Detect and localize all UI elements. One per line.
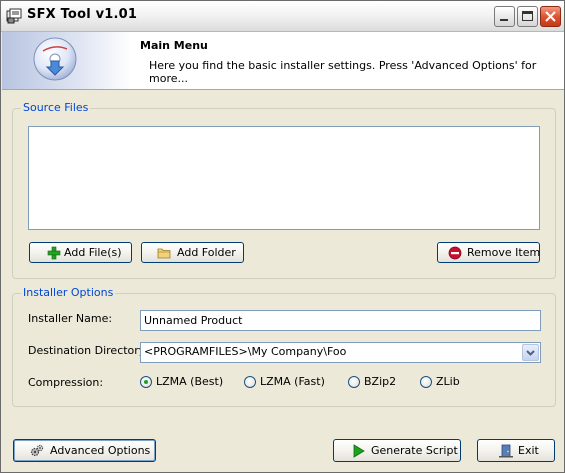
remove-item-label: Remove Item (467, 246, 541, 259)
remove-icon (448, 246, 462, 260)
add-files-label: Add File(s) (64, 246, 122, 259)
radio-bzip2[interactable]: BZip2 (348, 375, 408, 391)
source-files-list[interactable] (28, 126, 540, 230)
destination-dropdown-button[interactable] (522, 344, 539, 361)
add-icon (47, 246, 61, 260)
add-folder-button[interactable]: Add Folder (141, 242, 244, 263)
installer-name-input[interactable] (140, 310, 541, 331)
remove-item-button[interactable]: Remove Item (437, 242, 540, 263)
radio-selected-dot (144, 380, 148, 384)
installer-options-label: Installer Options (21, 286, 116, 299)
page-description: Here you find the basic installer settin… (149, 59, 537, 85)
exit-label: Exit (518, 444, 539, 457)
installer-name-label: Installer Name: (28, 312, 113, 325)
folder-icon (157, 248, 171, 259)
minimize-button[interactable] (494, 6, 515, 27)
installer-disc-icon (33, 37, 77, 81)
source-files-label: Source Files (21, 101, 91, 114)
title-bar[interactable]: SFX Tool v1.01 (1, 1, 564, 32)
radio-lzma-best[interactable]: LZMA (Best) (140, 375, 230, 391)
close-button[interactable] (540, 6, 561, 27)
add-folder-label: Add Folder (177, 246, 236, 259)
radio-lzma-fast-label: LZMA (Fast) (260, 375, 325, 388)
header-banner: Main Menu Here you find the basic instal… (2, 32, 564, 90)
chevron-down-icon (526, 350, 535, 356)
radio-lzma-fast[interactable]: LZMA (Fast) (244, 375, 334, 391)
play-icon (353, 444, 365, 458)
maximize-button[interactable] (517, 6, 538, 27)
minimize-icon (500, 19, 508, 21)
destination-directory-value: <PROGRAMFILES>\My Company\Foo (144, 345, 347, 358)
destination-directory-label: Destination Directory: (28, 344, 149, 357)
radio-circle (244, 376, 256, 388)
advanced-options-label: Advanced Options (50, 444, 151, 457)
radio-circle (420, 376, 432, 388)
radio-zlib[interactable]: ZLib (420, 375, 470, 391)
page-title: Main Menu (140, 39, 208, 52)
maximize-icon (522, 11, 533, 21)
radio-bzip2-label: BZip2 (364, 375, 397, 388)
window-title: SFX Tool v1.01 (27, 7, 138, 22)
radio-lzma-best-label: LZMA (Best) (156, 375, 224, 388)
close-icon (545, 11, 556, 22)
generate-script-label: Generate Script (371, 444, 458, 457)
add-files-button[interactable]: Add File(s) (29, 242, 132, 263)
exit-button[interactable]: Exit (477, 439, 555, 462)
compression-label: Compression: (28, 376, 104, 389)
radio-circle (140, 376, 152, 388)
generate-script-button[interactable]: Generate Script (333, 439, 461, 462)
app-icon (6, 8, 22, 24)
exit-door-icon (499, 444, 513, 458)
advanced-options-button[interactable]: Advanced Options (13, 439, 156, 462)
destination-directory-combo[interactable]: <PROGRAMFILES>\My Company\Foo (140, 342, 541, 363)
radio-circle (348, 376, 360, 388)
sfx-tool-window: SFX Tool v1.01 Main Menu Here you find t… (0, 0, 565, 473)
radio-zlib-label: ZLib (436, 375, 460, 388)
gears-icon (30, 444, 44, 457)
